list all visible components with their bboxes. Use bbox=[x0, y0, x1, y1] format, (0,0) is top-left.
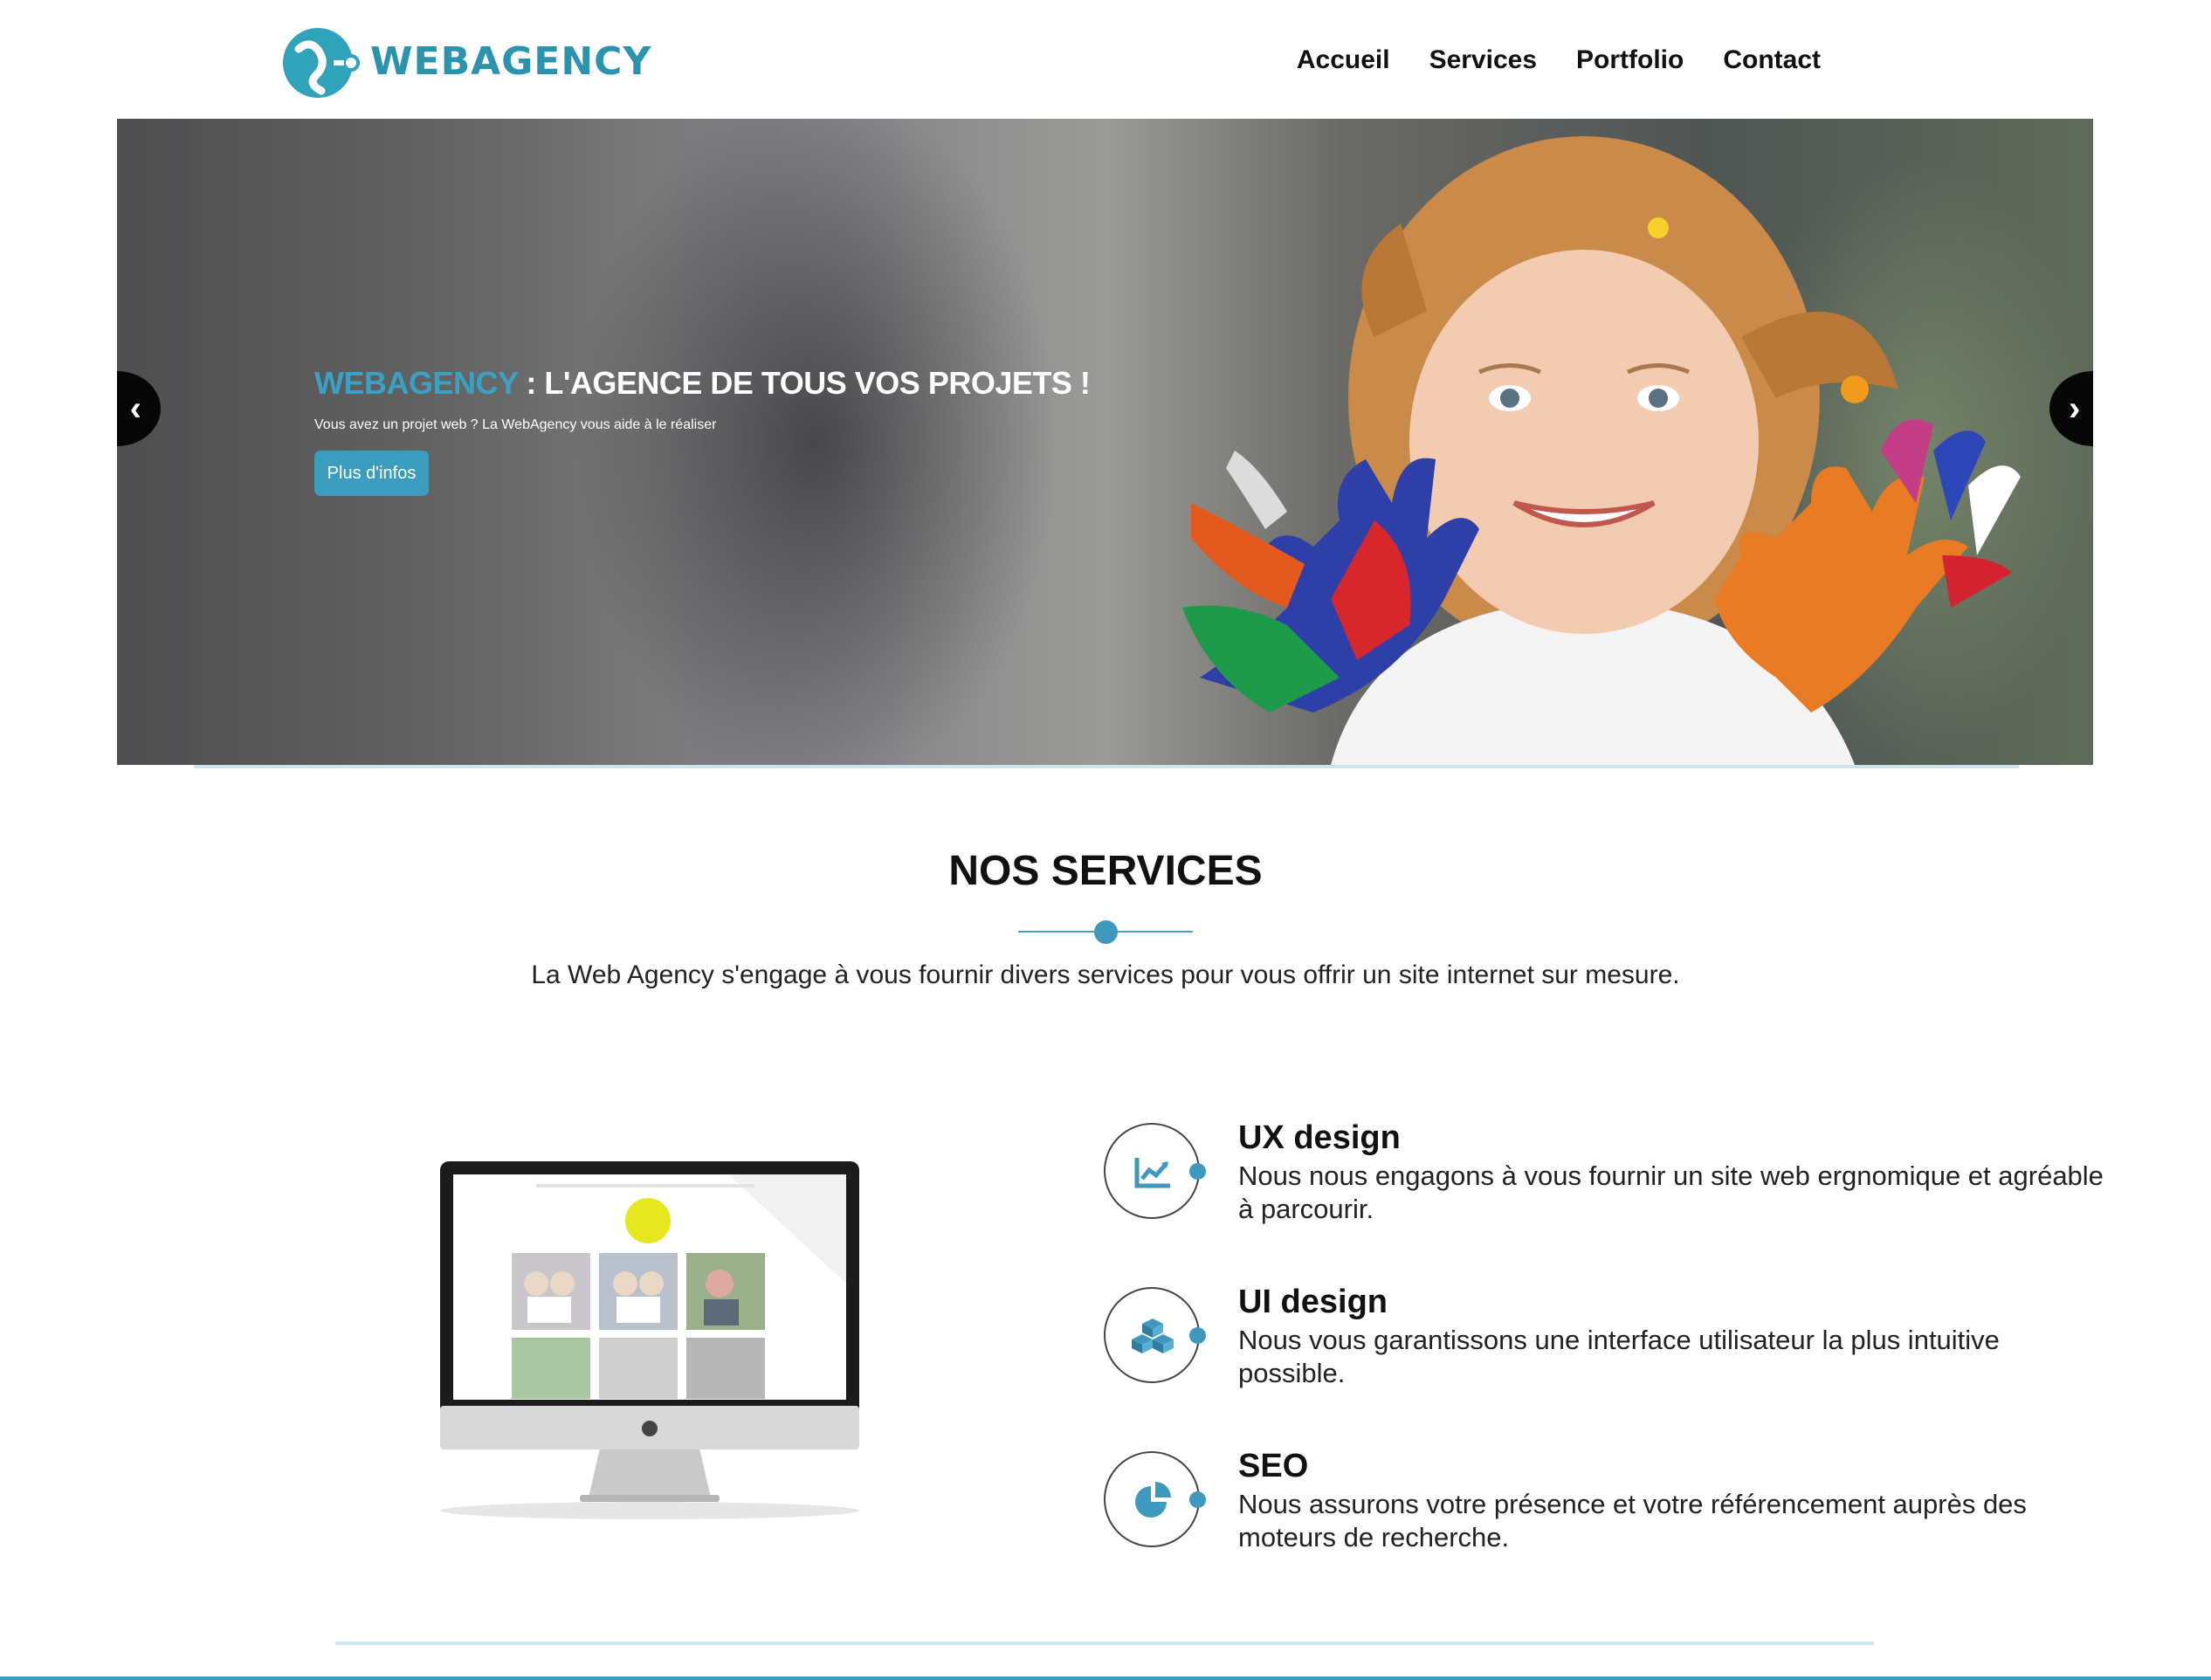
logo-text: WEBAGENCY bbox=[370, 38, 652, 84]
hero-title: WEBAGENCY : L'AGENCE DE TOUS VOS PROJETS… bbox=[314, 365, 1091, 402]
service-icon-ring bbox=[1104, 1123, 1200, 1219]
hero-title-brand: WEBAGENCY bbox=[314, 365, 518, 401]
more-info-button[interactable]: Plus d'infos bbox=[314, 451, 429, 496]
service-title: UX design bbox=[1238, 1119, 1401, 1156]
cubes-icon bbox=[1132, 1319, 1174, 1353]
divider-line-right bbox=[1106, 931, 1193, 933]
chart-line-icon bbox=[1134, 1158, 1170, 1188]
service-description: Nous assurons votre présence et votre ré… bbox=[1238, 1489, 2027, 1553]
section-divider bbox=[1018, 919, 1193, 945]
hero-background-shade bbox=[117, 119, 641, 765]
nav-link-portfolio[interactable]: Portfolio bbox=[1576, 45, 1684, 75]
service-description: Nous vous garantissons une interface uti… bbox=[1238, 1325, 2000, 1388]
main-nav: Accueil Services Portfolio Contact bbox=[1297, 45, 1821, 75]
logo-mark-icon bbox=[283, 28, 360, 98]
hero-subtitle: Vous avez un projet web ? La WebAgency v… bbox=[314, 417, 717, 432]
hero-title-rest: : L'AGENCE DE TOUS VOS PROJETS ! bbox=[517, 365, 1091, 401]
service-description: Nous nous engagons à vous fournir un sit… bbox=[1238, 1160, 2104, 1224]
pie-chart-icon bbox=[1135, 1482, 1171, 1518]
service-ui-design: UI design Nous vous garantissons une int… bbox=[1104, 1284, 2134, 1418]
hero-background-blur bbox=[571, 119, 1060, 765]
service-title: SEO bbox=[1238, 1448, 1309, 1484]
service-icon-ring bbox=[1104, 1451, 1200, 1547]
chevron-left-icon: ‹ bbox=[129, 389, 141, 428]
footer-strip bbox=[0, 1677, 2211, 1680]
service-dot bbox=[1189, 1163, 1206, 1180]
chevron-right-icon: › bbox=[2069, 389, 2081, 428]
site-header: WEBAGENCY Accueil Services Portfolio Con… bbox=[0, 0, 2211, 119]
logo[interactable]: WEBAGENCY bbox=[281, 23, 651, 100]
imac-portfolio-image bbox=[440, 1161, 859, 1519]
services-bottom-divider bbox=[335, 1642, 1874, 1645]
services-title: NOS SERVICES bbox=[948, 848, 1263, 894]
divider-line-left bbox=[1018, 931, 1106, 933]
service-dot bbox=[1189, 1327, 1206, 1344]
nav-link-accueil[interactable]: Accueil bbox=[1297, 45, 1390, 75]
services-intro: La Web Agency s'engage à vous fournir di… bbox=[531, 960, 1680, 989]
hero-carousel: WEBAGENCY : L'AGENCE DE TOUS VOS PROJETS… bbox=[117, 119, 2093, 765]
service-ux-design: UX design Nous nous engagons à vous four… bbox=[1104, 1119, 2134, 1254]
service-title: UI design bbox=[1238, 1284, 1388, 1320]
service-dot bbox=[1189, 1491, 1206, 1508]
service-seo: SEO Nous assurons votre présence et votr… bbox=[1104, 1448, 2134, 1582]
hero-image-child-painted-hands bbox=[1182, 136, 2021, 765]
nav-link-contact[interactable]: Contact bbox=[1723, 45, 1821, 75]
nav-link-services[interactable]: Services bbox=[1429, 45, 1537, 75]
hero-divider bbox=[194, 765, 2019, 768]
divider-dot bbox=[1094, 920, 1118, 944]
service-icon-ring bbox=[1104, 1287, 1200, 1383]
